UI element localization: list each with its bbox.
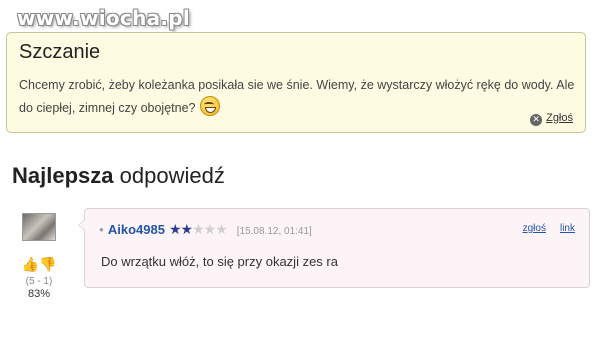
best-answer-heading-rest: odpowiedź bbox=[119, 163, 225, 188]
rating-stars: ★★★★★ bbox=[168, 221, 228, 237]
star-filled-icon: ★ bbox=[168, 221, 182, 237]
question-box: Szczanie Chcemy zrobić, żeby koleżanka p… bbox=[6, 32, 586, 133]
best-answer-heading: Najlepsza odpowiedź bbox=[12, 163, 225, 189]
star-empty-icon: ★ bbox=[192, 221, 205, 237]
star-filled-icon: ★ bbox=[180, 221, 194, 237]
grin-smiley-icon bbox=[199, 96, 220, 116]
question-title: Szczanie bbox=[19, 41, 101, 63]
vote-panel: 👍👎 (5 - 1) 83% bbox=[14, 256, 64, 300]
thumbs-up-icon[interactable]: 👍 bbox=[22, 256, 39, 272]
vote-count: (5 - 1) bbox=[25, 276, 53, 287]
thumbs-down-icon[interactable]: 👎 bbox=[39, 256, 56, 272]
answer-header: ● Aiko4985 ★★★★★ [15.08.12, 01:41] bbox=[99, 221, 312, 238]
answer-box: ● Aiko4985 ★★★★★ [15.08.12, 01:41] zgłoś lin… bbox=[78, 208, 590, 288]
vote-percent: 83% bbox=[27, 288, 51, 300]
question-text: Chcemy zrobić, żeby koleżanka posikała s… bbox=[19, 74, 589, 119]
answer-text: Do wrzątku włóż, to się przy okazji zes … bbox=[101, 254, 338, 269]
best-answer-heading-bold: Najlepsza bbox=[12, 163, 114, 188]
question-body: Chcemy zrobić, żeby koleżanka posikała s… bbox=[19, 78, 575, 115]
bullet-icon: ● bbox=[99, 225, 104, 234]
report-question-link[interactable]: ✕ Zgłoś bbox=[530, 112, 573, 126]
answer-username[interactable]: Aiko4985 bbox=[108, 222, 165, 237]
avatar[interactable] bbox=[22, 213, 56, 241]
answer-date: [15.08.12, 01:41] bbox=[236, 226, 312, 237]
close-circle-icon: ✕ bbox=[530, 114, 543, 126]
permalink[interactable]: link bbox=[560, 223, 575, 234]
watermark-logo: www.wiocha.pl bbox=[17, 6, 191, 30]
report-answer-link[interactable]: zgłoś bbox=[523, 223, 546, 234]
answer-links: zgłoś link bbox=[509, 223, 575, 234]
star-empty-icon: ★ bbox=[215, 221, 228, 237]
report-label: Zgłoś bbox=[546, 112, 573, 124]
star-empty-icon: ★ bbox=[203, 221, 217, 237]
